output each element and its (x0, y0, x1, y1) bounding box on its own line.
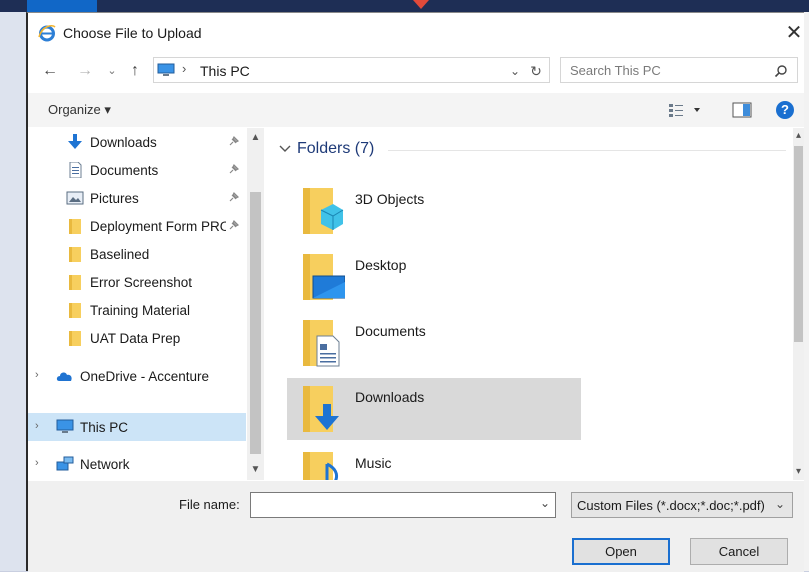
sidebar-item-documents[interactable]: Documents (28, 156, 246, 184)
chevron-down-icon: ⌄ (775, 497, 786, 511)
background-red-marker (413, 0, 429, 9)
address-history-button[interactable]: ⌄ (507, 61, 523, 79)
background-window-right (804, 12, 809, 571)
cloud-icon (56, 372, 72, 381)
file-name-label: File name: (179, 497, 240, 512)
breadcrumb-separator-icon: › (182, 61, 187, 76)
file-type-select[interactable]: Custom Files (*.docx;*.doc;*.pdf) ⌄ (571, 492, 793, 518)
folder-icon (69, 275, 81, 290)
chevron-down-icon: ⌄ (509, 64, 521, 78)
address-location[interactable]: This PC (200, 63, 250, 79)
search-input[interactable] (560, 57, 798, 83)
folder-tile[interactable]: Documents (287, 312, 581, 374)
3d-objects-folder-icon (303, 188, 344, 234)
document-icon (69, 162, 82, 178)
command-bar: Organize ▾ ? (28, 93, 804, 127)
background-window-left (0, 12, 26, 571)
folder-icon (69, 331, 81, 346)
help-button[interactable]: ? (776, 101, 794, 119)
search-icon (774, 65, 787, 78)
group-divider (388, 150, 786, 151)
scrollbar-thumb[interactable] (794, 146, 803, 342)
file-type-value: Custom Files (*.docx;*.doc;*.pdf) (577, 498, 765, 513)
arrow-right-icon: → (77, 62, 93, 79)
help-icon: ? (781, 102, 789, 117)
preview-pane-button[interactable] (732, 102, 752, 118)
folder-icon (69, 219, 81, 234)
window-title: Choose File to Upload (63, 25, 202, 41)
close-button[interactable]: ✕ (784, 23, 804, 43)
chevron-right-icon[interactable]: › (35, 420, 39, 432)
scrollbar-thumb[interactable] (250, 192, 261, 454)
pin-icon[interactable] (228, 219, 240, 231)
folder-tile[interactable]: 3D Objects (287, 180, 581, 242)
navigation-bar: ← → ⌄ ↑ › This PC ⌄ ↻ (28, 53, 804, 89)
music-folder-icon (303, 452, 339, 480)
back-button[interactable]: ← (40, 61, 60, 81)
sidebar-item-baselined[interactable]: Baselined (28, 240, 246, 268)
internet-explorer-icon (38, 24, 56, 42)
sidebar-item-this-pc[interactable]: › This PC (28, 413, 246, 441)
sidebar-item-onedrive[interactable]: › OneDrive - Accenture (28, 362, 246, 390)
up-button[interactable]: ↑ (125, 61, 145, 81)
arrow-up-icon: ↑ (131, 62, 139, 79)
open-button[interactable]: Open (572, 538, 670, 565)
dialog-footer: File name: ⌄ Custom Files (*.docx;*.doc;… (28, 481, 804, 572)
desktop-folder-icon (303, 254, 345, 300)
chevron-down-icon: ⌄ (107, 65, 117, 77)
refresh-button[interactable]: ↻ (527, 61, 545, 79)
sidebar-item-deployment-form[interactable]: Deployment Form PRO (28, 212, 246, 240)
sidebar-item-error-screenshot[interactable]: Error Screenshot (28, 268, 246, 296)
address-bar[interactable]: › This PC ⌄ ↻ (153, 57, 550, 83)
scroll-down-arrow-icon[interactable]: ▼ (250, 464, 261, 476)
forward-button[interactable]: → (75, 61, 95, 81)
scroll-up-arrow-icon[interactable]: ▴ (793, 130, 804, 142)
title-bar: Choose File to Upload ✕ (28, 13, 804, 51)
folder-icon (69, 303, 81, 318)
documents-folder-icon (303, 320, 340, 367)
close-icon: ✕ (785, 22, 803, 44)
scroll-up-arrow-icon[interactable]: ▲ (250, 132, 261, 144)
pictures-icon (66, 191, 84, 205)
recent-locations-button[interactable]: ⌄ (102, 61, 122, 81)
file-list-scrollbar[interactable]: ▴ ▾ (793, 128, 804, 480)
chevron-right-icon[interactable]: › (35, 369, 39, 381)
scroll-down-arrow-icon[interactable]: ▾ (793, 466, 804, 478)
file-name-history-button[interactable]: ⌄ (538, 496, 552, 514)
folder-tile[interactable]: Desktop (287, 246, 581, 308)
sidebar-item-pictures[interactable]: Pictures (28, 184, 246, 212)
computer-icon (56, 419, 74, 433)
folder-tile[interactable]: Music (287, 444, 581, 480)
cancel-button[interactable]: Cancel (690, 538, 788, 565)
sidebar-item-training-material[interactable]: Training Material (28, 296, 246, 324)
folder-icon (69, 247, 81, 262)
chevron-right-icon[interactable]: › (35, 457, 39, 469)
navigation-pane[interactable]: Downloads Documents Pictures Deployment … (28, 128, 264, 480)
sidebar-item-downloads[interactable]: Downloads (28, 128, 246, 156)
sidebar-item-uat-data-prep[interactable]: UAT Data Prep (28, 324, 246, 352)
computer-icon (157, 63, 175, 76)
chevron-down-icon: ⌄ (539, 496, 551, 510)
pin-icon[interactable] (228, 135, 240, 147)
arrow-left-icon: ← (42, 62, 58, 79)
chevron-down-icon[interactable] (279, 144, 291, 154)
file-name-input[interactable] (250, 492, 556, 518)
background-window-strip (0, 0, 809, 12)
organize-button[interactable]: Organize ▾ (48, 102, 111, 118)
folders-group-header[interactable]: Folders (7) (297, 140, 374, 158)
sidebar-item-network[interactable]: › Network (28, 450, 246, 478)
download-arrow-icon (68, 134, 82, 149)
downloads-folder-icon (303, 386, 339, 432)
background-active-tab (27, 0, 97, 12)
change-view-button[interactable] (668, 102, 702, 118)
pin-icon[interactable] (228, 163, 240, 175)
refresh-icon: ↻ (530, 63, 542, 79)
file-open-dialog: Choose File to Upload ✕ ← → ⌄ ↑ › This P… (26, 12, 804, 572)
navigation-pane-scrollbar[interactable]: ▲ ▼ (247, 128, 264, 480)
network-icon (56, 456, 74, 471)
file-list-view[interactable]: Folders (7) 3D Objects Desktop Documents (273, 128, 793, 480)
pin-icon[interactable] (228, 191, 240, 203)
folder-tile[interactable]: Downloads (287, 378, 581, 440)
